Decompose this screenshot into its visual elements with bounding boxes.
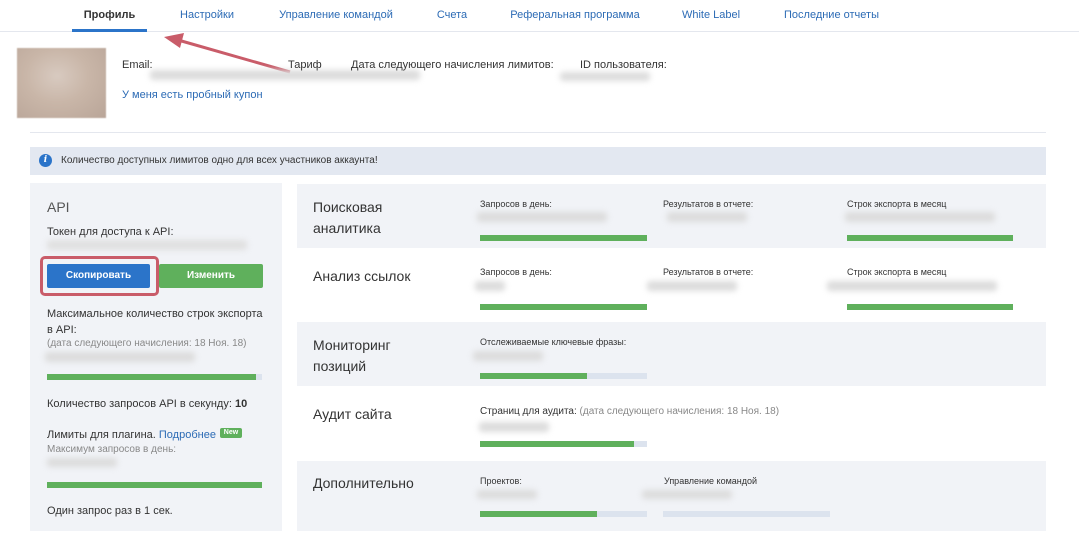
rps-label: Количество запросов API в секунду: bbox=[47, 398, 232, 410]
section-title: Анализ ссылок bbox=[313, 268, 411, 284]
next-limits-label: Дата следующего начисления лимитов: bbox=[351, 59, 554, 71]
section-title: Мониторинг позиций bbox=[313, 337, 391, 374]
avatar bbox=[17, 48, 106, 118]
info-icon: i bbox=[39, 154, 52, 167]
progress-fill bbox=[847, 304, 1013, 310]
max-requests-day-label: Максимум запросов в день: bbox=[47, 444, 177, 455]
section-title: Аудит сайта bbox=[313, 406, 392, 422]
section-additional: Дополнительно Проектов: Управление коман… bbox=[297, 461, 1046, 531]
tab-bar: Профиль Настройки Управление командой Сч… bbox=[0, 0, 1079, 32]
max-rows-value-blurred bbox=[45, 352, 195, 362]
progress-fill bbox=[480, 235, 647, 241]
plugin-limits-label: Лимиты для плагина. bbox=[47, 429, 156, 441]
value-blurred bbox=[647, 281, 737, 291]
tariff-label: Тариф bbox=[288, 59, 322, 71]
tab-recent-reports[interactable]: Последние отчеты bbox=[780, 0, 883, 32]
column-label: Результатов в отчете: bbox=[663, 199, 754, 209]
tab-white-label[interactable]: White Label bbox=[676, 0, 746, 32]
value-blurred bbox=[479, 422, 549, 432]
section-title: Дополнительно bbox=[313, 475, 414, 491]
section-position-monitoring: Мониторинг позиций Отслеживаемые ключевы… bbox=[297, 322, 1046, 386]
plugin-progress-fill bbox=[47, 482, 262, 488]
section-link-analysis: Анализ ссылок Запросов в день: Результат… bbox=[297, 253, 1046, 315]
column-label: Страниц для аудита: bbox=[480, 406, 577, 417]
divider bbox=[30, 132, 1046, 133]
plugin-limits-row: Лимиты для плагина. Подробнее bbox=[47, 429, 216, 441]
one-request-note: Один запрос раз в 1 сек. bbox=[47, 505, 173, 517]
max-rows-progress bbox=[47, 374, 262, 380]
tab-referral[interactable]: Реферальная программа bbox=[509, 0, 641, 32]
tab-invoices[interactable]: Счета bbox=[430, 0, 474, 32]
max-rows-progress-fill bbox=[47, 374, 256, 380]
change-token-button[interactable]: Изменить bbox=[159, 264, 263, 288]
api-token-value-blurred bbox=[47, 240, 247, 250]
info-banner: i Количество доступных лимитов одно для … bbox=[30, 147, 1046, 175]
progress-bar bbox=[663, 511, 830, 517]
section-search-analytics: Поисковая аналитика Запросов в день: Рез… bbox=[297, 184, 1046, 248]
trial-coupon-link[interactable]: У меня есть пробный купон bbox=[122, 89, 263, 101]
column-label: Проектов: bbox=[480, 476, 522, 486]
progress-bar bbox=[480, 235, 647, 241]
email-value-blurred bbox=[150, 70, 420, 80]
audit-next-charge-note: (дата следующего начисления: 18 Ноя. 18) bbox=[579, 406, 780, 417]
info-banner-text: Количество доступных лимитов одно для вс… bbox=[61, 155, 378, 166]
plugin-progress bbox=[47, 482, 262, 488]
value-blurred bbox=[473, 351, 543, 361]
value-blurred bbox=[827, 281, 997, 291]
progress-bar bbox=[480, 373, 647, 379]
value-blurred bbox=[642, 490, 732, 499]
value-blurred bbox=[667, 212, 747, 222]
progress-fill bbox=[480, 304, 647, 310]
api-next-charge-note: (дата следующего начисления: 18 Ноя. 18) bbox=[47, 338, 247, 349]
user-id-label: ID пользователя: bbox=[580, 59, 667, 71]
tab-settings[interactable]: Настройки bbox=[172, 0, 242, 32]
progress-fill bbox=[480, 441, 634, 447]
progress-bar bbox=[847, 235, 1013, 241]
column-label: Строк экспорта в месяц bbox=[847, 199, 947, 209]
progress-fill bbox=[480, 511, 597, 517]
progress-bar bbox=[847, 304, 1013, 310]
max-requests-day-value-blurred bbox=[47, 458, 117, 467]
rps-value: 10 bbox=[234, 398, 248, 410]
new-badge: New bbox=[220, 428, 242, 438]
audit-pages-row: Страниц для аудита: (дата следующего нач… bbox=[480, 406, 779, 417]
max-rows-label: Максимальное количество строк экспорта в… bbox=[47, 308, 263, 336]
value-blurred bbox=[477, 490, 537, 499]
column-label: Результатов в отчете: bbox=[663, 267, 754, 277]
email-label: Email: bbox=[122, 59, 153, 71]
rps-row: Количество запросов API в секунду: 10 bbox=[47, 398, 247, 410]
column-label: Отслеживаемые ключевые фразы: bbox=[480, 337, 627, 347]
api-title: API bbox=[47, 199, 70, 215]
value-blurred bbox=[845, 212, 995, 222]
progress-bar bbox=[480, 511, 647, 517]
column-label: Запросов в день: bbox=[480, 199, 552, 209]
column-label: Управление командой bbox=[664, 476, 758, 486]
next-limits-value-blurred bbox=[560, 72, 650, 81]
progress-fill bbox=[847, 235, 1013, 241]
section-site-audit: Аудит сайта Страниц для аудита: (дата сл… bbox=[297, 392, 1046, 454]
value-blurred bbox=[475, 281, 505, 291]
progress-bar bbox=[480, 304, 647, 310]
value-blurred bbox=[477, 212, 607, 222]
tab-profile[interactable]: Профиль bbox=[72, 0, 147, 32]
progress-fill bbox=[480, 373, 587, 379]
tab-team-management[interactable]: Управление командой bbox=[276, 0, 396, 32]
column-label: Запросов в день: bbox=[480, 267, 552, 277]
copy-token-button[interactable]: Скопировать bbox=[47, 264, 150, 288]
progress-bar bbox=[480, 441, 647, 447]
section-title: Поисковая аналитика bbox=[313, 199, 383, 236]
plugin-more-link[interactable]: Подробнее bbox=[159, 429, 216, 441]
api-token-label: Токен для доступа к API: bbox=[47, 226, 174, 238]
column-label: Строк экспорта в месяц bbox=[847, 267, 947, 277]
